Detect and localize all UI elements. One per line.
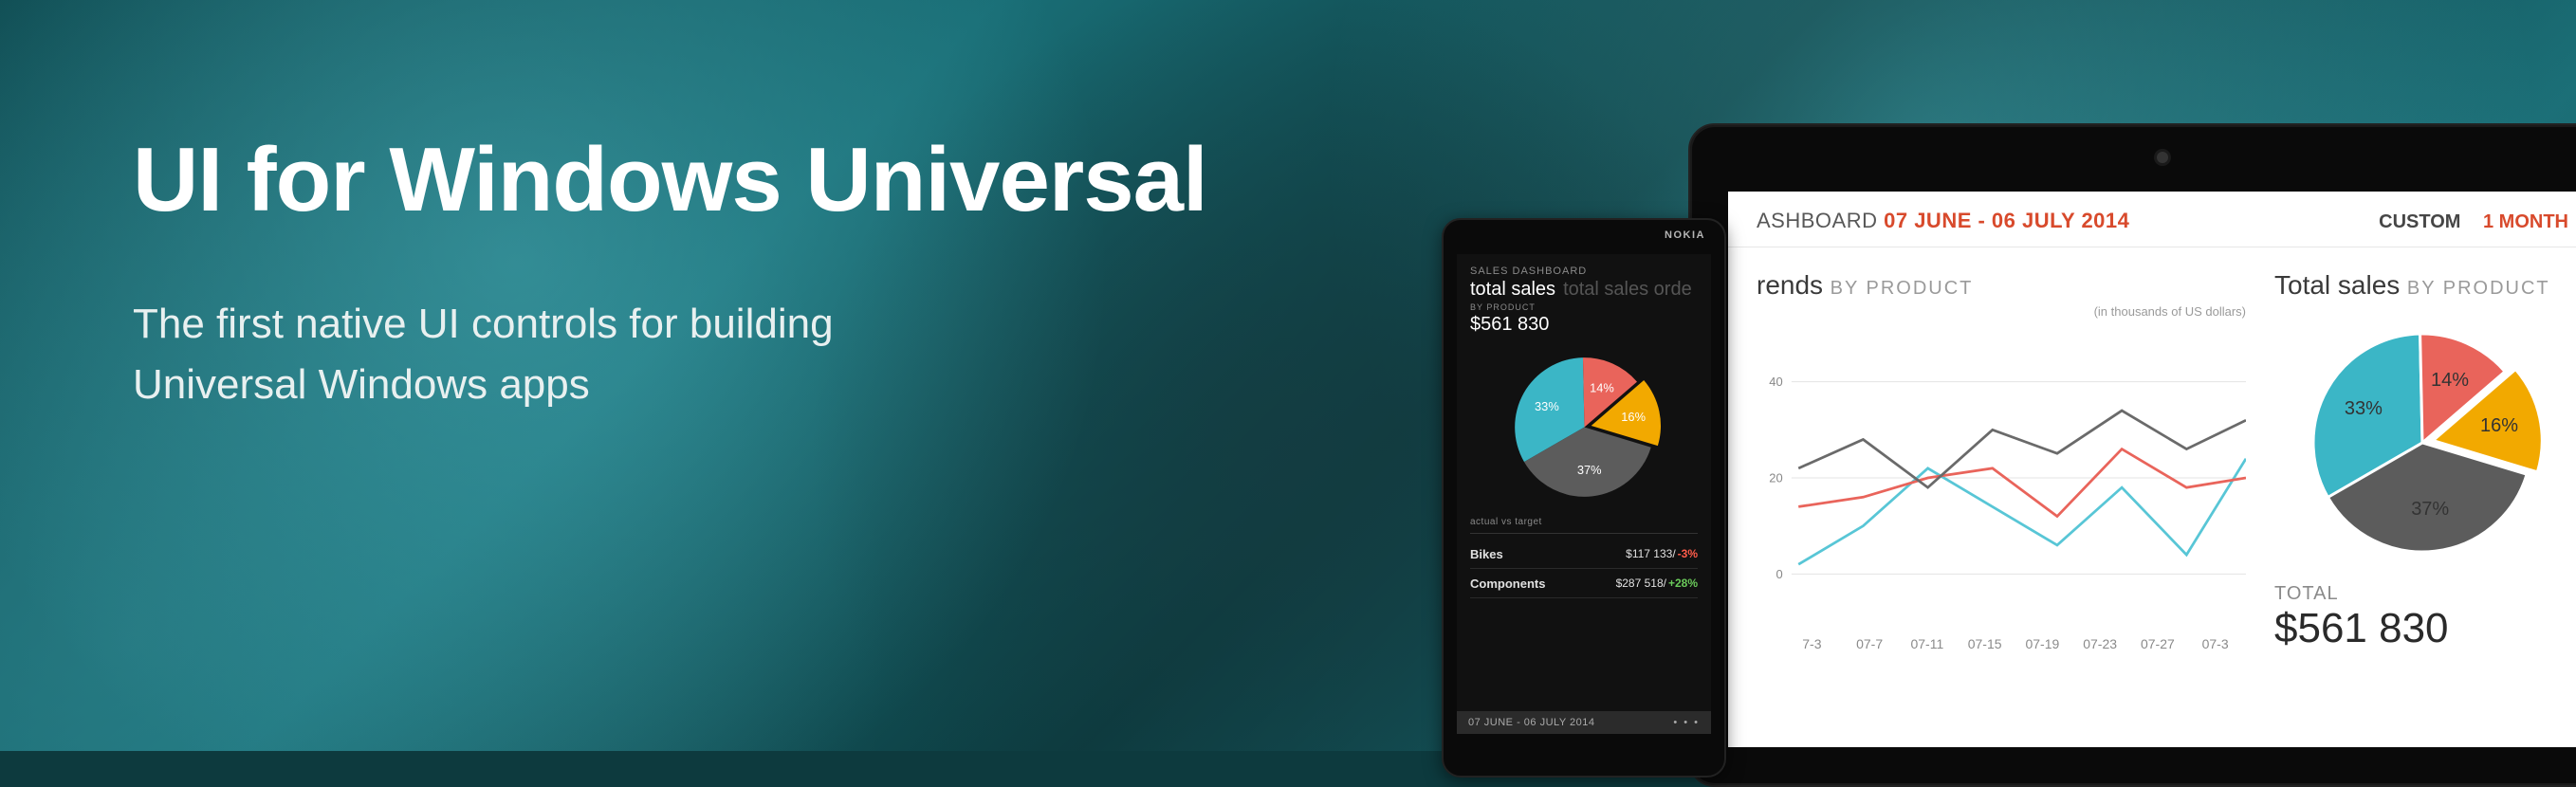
- tablet-camera-icon: [2157, 152, 2168, 163]
- page-subtitle: The first native UI controls for buildin…: [133, 294, 834, 415]
- subtitle-line-1: The first native UI controls for buildin…: [133, 301, 834, 347]
- tablet-screen: ASHBOARD 07 JUNE - 06 JULY 2014 CUSTOM 1…: [1728, 192, 2576, 747]
- tablet-line-chart: 40 20 0: [1757, 326, 2246, 630]
- pie-slice-label: 33%: [1535, 399, 1559, 413]
- row-pct: -3%: [1678, 547, 1698, 560]
- row-label: Bikes: [1470, 547, 1503, 561]
- y-tick-0: 40: [1769, 375, 1782, 389]
- tablet-header-left: ASHBOARD 07 JUNE - 06 JULY 2014: [1757, 209, 2129, 233]
- phone-footer: 07 JUNE - 06 JULY 2014 • • •: [1457, 711, 1711, 734]
- tablet-device-frame: ASHBOARD 07 JUNE - 06 JULY 2014 CUSTOM 1…: [1688, 123, 2576, 787]
- subtitle-line-2: Universal Windows apps: [133, 361, 590, 408]
- y-tick-1: 20: [1769, 471, 1782, 485]
- tablet-trends-panel: rends BY PRODUCT (in thousands of US dol…: [1728, 247, 2265, 746]
- phone-title-row: total sales total sales orde: [1470, 279, 1698, 301]
- line-series-3: [1798, 459, 2246, 564]
- tablet-total-label: TOTAL: [2274, 583, 2570, 605]
- tablet-x-axis: 7-3 07-7 07-11 07-15 07-19 07-23 07-27 0…: [1757, 634, 2246, 651]
- x-tick: 07-23: [2071, 636, 2129, 651]
- pie-slice-label: 37%: [1576, 463, 1601, 477]
- tablet-pie-chart: 33% 14% 16% 37%: [2299, 320, 2546, 566]
- tablet-units: (in thousands of US dollars): [1757, 304, 2246, 319]
- x-tick: 07-27: [2129, 636, 2187, 651]
- row-value: $287 518/: [1616, 577, 1666, 590]
- row-label: Components: [1470, 577, 1545, 591]
- pie-slice-label: 14%: [1590, 381, 1614, 395]
- line-series-1: [1798, 411, 2246, 487]
- row-values: $287 518/+28%: [1616, 575, 1698, 592]
- tablet-totals-title-b: BY PRODUCT: [2400, 278, 2549, 299]
- tablet-header-prefix: ASHBOARD: [1757, 209, 1877, 232]
- pie-slice-label: 16%: [1621, 410, 1646, 424]
- tablet-header: ASHBOARD 07 JUNE - 06 JULY 2014 CUSTOM 1…: [1728, 192, 2576, 247]
- pie-slice-label: 14%: [2431, 370, 2469, 391]
- tablet-trends-title-a: rends: [1757, 270, 1823, 300]
- phone-brand: NOKIA: [1665, 229, 1705, 241]
- phone-title: total sales: [1470, 279, 1555, 301]
- phone-pie-chart: 33% 14% 16% 37%: [1506, 349, 1663, 505]
- phone-row-bikes: Bikes $117 133/-3%: [1470, 540, 1698, 569]
- x-tick: 7-3: [1783, 636, 1841, 651]
- tablet-date-range: 07 JUNE - 06 JULY 2014: [1884, 209, 2129, 232]
- row-pct: +28%: [1668, 577, 1698, 590]
- tablet-trends-title: rends BY PRODUCT: [1757, 270, 2246, 301]
- pie-slice-label: 37%: [2411, 499, 2449, 520]
- x-tick: 07-11: [1899, 636, 1957, 651]
- tablet-totals-title-a: Total sales: [2274, 270, 2400, 300]
- phone-footer-range: 07 JUNE - 06 JULY 2014: [1468, 717, 1595, 728]
- tablet-header-right: CUSTOM 1 MONTH: [2379, 211, 2568, 233]
- pie-slice-label: 33%: [2345, 398, 2383, 419]
- tablet-total-value: $561 830: [2274, 605, 2570, 652]
- tablet-totals-panel: Total sales BY PRODUCT 33% 14% 16% 37% TOTA…: [2265, 247, 2576, 746]
- phone-title-next: total sales orde: [1563, 279, 1692, 301]
- y-tick-2: 0: [1776, 567, 1782, 581]
- divider: [1470, 533, 1698, 534]
- phone-screen: SALES DASHBOARD total sales total sales …: [1457, 254, 1711, 734]
- phone-row-components: Components $287 518/+28%: [1470, 569, 1698, 598]
- phone-by-product: BY PRODUCT: [1470, 302, 1698, 312]
- tablet-body: rends BY PRODUCT (in thousands of US dol…: [1728, 247, 2576, 746]
- pie-slice-label: 16%: [2480, 415, 2518, 436]
- page-title: UI for Windows Universal: [133, 133, 1207, 229]
- x-tick: 07-15: [1956, 636, 2014, 651]
- x-tick: 07-7: [1841, 636, 1899, 651]
- phone-total: $561 830: [1470, 314, 1698, 336]
- phone-subheading: actual vs target: [1470, 517, 1698, 527]
- hero-banner: UI for Windows Universal The first nativ…: [0, 0, 2576, 751]
- tablet-custom-label: CUSTOM: [2379, 211, 2460, 232]
- row-values: $117 133/-3%: [1626, 545, 1698, 562]
- row-value: $117 133/: [1626, 547, 1676, 560]
- phone-crumb: SALES DASHBOARD: [1470, 265, 1698, 277]
- tablet-trends-title-b: BY PRODUCT: [1823, 278, 1973, 299]
- x-tick: 07-19: [2014, 636, 2071, 651]
- tablet-period: 1 MONTH: [2483, 211, 2568, 232]
- x-tick: 07-3: [2186, 636, 2244, 651]
- phone-device-frame: NOKIA SALES DASHBOARD total sales total …: [1442, 218, 1726, 778]
- tablet-totals-title: Total sales BY PRODUCT: [2274, 270, 2570, 301]
- more-icon: • • •: [1673, 717, 1700, 728]
- line-series-2: [1798, 449, 2246, 517]
